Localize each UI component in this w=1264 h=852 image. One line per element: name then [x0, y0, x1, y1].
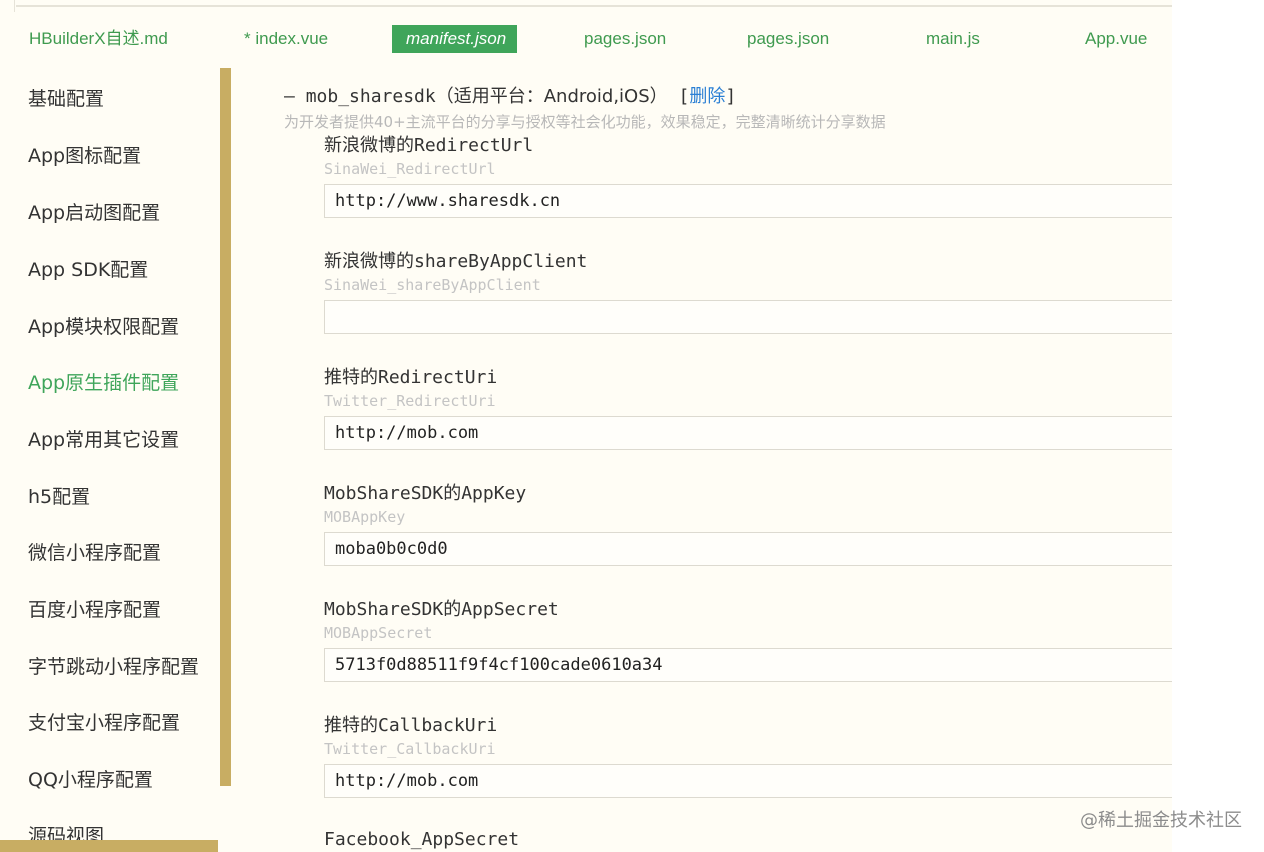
delete-link[interactable]: 删除: [689, 86, 725, 107]
sidebar-item-app-native-plugins[interactable]: App原生插件配置: [28, 368, 179, 395]
top-border: [0, 0, 1172, 12]
tab-main-js[interactable]: main.js: [926, 25, 980, 53]
sidebar-item-app-sdk[interactable]: App SDK配置: [28, 255, 148, 282]
field-twitter-callbackuri: 推特的CallbackUri Twitter_CallbackUri http:…: [324, 714, 1172, 798]
tab-pages-json-2[interactable]: pages.json: [747, 25, 829, 53]
field-label: Facebook_AppSecret: [324, 829, 520, 850]
field-key: SinaWei_RedirectUrl: [324, 160, 496, 178]
field-key: Twitter_CallbackUri: [324, 740, 496, 758]
field-label: 推特的RedirectUri: [324, 367, 498, 388]
tab-bar: HBuilderX自述.md * index.vue manifest.json…: [0, 14, 1172, 60]
field-mob-appsecret: MobShareSDK的AppSecret MOBAppSecret 5713f…: [324, 598, 1172, 682]
mob-appkey-input[interactable]: moba0b0c0d0: [324, 532, 1172, 566]
field-label: MobShareSDK的AppKey: [324, 483, 527, 504]
field-facebook-appsecret: Facebook_AppSecret: [324, 828, 1172, 852]
bottom-scrollbar[interactable]: [0, 840, 218, 852]
tab-manifest-json[interactable]: manifest.json: [392, 25, 517, 53]
delete-bracket-open: [: [678, 86, 690, 107]
field-label: MobShareSDK的AppSecret: [324, 599, 559, 620]
field-label: 新浪微博的shareByAppClient: [324, 251, 588, 272]
sidebar-item-app-other[interactable]: App常用其它设置: [28, 425, 179, 452]
sidebar-item-app-splash[interactable]: App启动图配置: [28, 198, 160, 225]
mob-appsecret-input[interactable]: 5713f0d88511f9f4cf100cade0610a34: [324, 648, 1172, 682]
tab-pages-json[interactable]: pages.json: [584, 25, 666, 53]
field-mob-appkey: MobShareSDK的AppKey MOBAppKey moba0b0c0d0: [324, 482, 1172, 566]
sidebar-item-toutiao[interactable]: 字节跳动小程序配置: [28, 652, 199, 679]
field-key: SinaWei_shareByAppClient: [324, 276, 541, 294]
field-sinawei-sharebyappclient: 新浪微博的shareByAppClient SinaWei_shareByApp…: [324, 250, 1172, 334]
watermark-text: @稀土掘金技术社区: [1080, 810, 1242, 831]
sidebar-item-baidu[interactable]: 百度小程序配置: [28, 595, 161, 622]
sinawei-sharebyappclient-input[interactable]: [324, 300, 1172, 334]
delete-bracket-close: ]: [725, 86, 737, 107]
plugin-platforms: （适用平台：Android,iOS）: [435, 86, 668, 107]
top-border-line: [16, 5, 1172, 7]
sidebar-item-basic[interactable]: 基础配置: [28, 84, 104, 111]
field-key: MOBAppKey: [324, 508, 406, 526]
field-key: Twitter_RedirectUri: [324, 392, 496, 410]
plugin-config-panel: – mob_sharesdk（适用平台：Android,iOS） [删除] 为开…: [232, 66, 1172, 852]
field-label: 推特的CallbackUri: [324, 715, 498, 736]
collapse-dash[interactable]: –: [284, 86, 295, 107]
plugin-name: mob_sharesdk: [305, 86, 436, 107]
plugin-description: 为开发者提供40+主流平台的分享与授权等社会化功能，效果稳定，完整清晰统计分享数…: [284, 113, 886, 131]
field-twitter-redirecturi: 推特的RedirectUri Twitter_RedirectUri http:…: [324, 366, 1172, 450]
twitter-redirecturi-input[interactable]: http://mob.com: [324, 416, 1172, 450]
tab-index-vue[interactable]: * index.vue: [244, 25, 328, 53]
settings-sidebar: 基础配置 App图标配置 App启动图配置 App SDK配置 App模块权限配…: [0, 66, 232, 852]
field-label: 新浪微博的RedirectUrl: [324, 135, 534, 156]
sinawei-redirecturl-input[interactable]: http://www.sharesdk.cn: [324, 184, 1172, 218]
twitter-callbackuri-input[interactable]: http://mob.com: [324, 764, 1172, 798]
sidebar-item-weixin[interactable]: 微信小程序配置: [28, 538, 161, 565]
sidebar-item-app-modules[interactable]: App模块权限配置: [28, 312, 179, 339]
editor-window: HBuilderX自述.md * index.vue manifest.json…: [0, 0, 1172, 852]
plugin-header: – mob_sharesdk（适用平台：Android,iOS） [删除]: [284, 82, 736, 108]
top-border-left: [0, 0, 15, 12]
sidebar-item-app-icon[interactable]: App图标配置: [28, 141, 141, 168]
tab-app-vue[interactable]: App.vue: [1085, 25, 1147, 53]
field-sinawei-redirecturl: 新浪微博的RedirectUrl SinaWei_RedirectUrl htt…: [324, 134, 1172, 218]
sidebar-item-qq[interactable]: QQ小程序配置: [28, 765, 153, 792]
field-key: MOBAppSecret: [324, 624, 433, 642]
sidebar-scrollbar[interactable]: [220, 68, 231, 786]
tab-readme[interactable]: HBuilderX自述.md: [29, 25, 168, 53]
sidebar-item-alipay[interactable]: 支付宝小程序配置: [28, 708, 180, 735]
sidebar-item-h5[interactable]: h5配置: [28, 482, 90, 509]
